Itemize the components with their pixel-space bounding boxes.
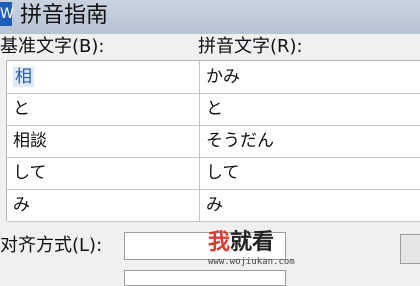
base-text-field[interactable]: 相 <box>13 61 187 93</box>
selected-text: 相 <box>13 67 34 87</box>
grid-row: と と <box>7 93 420 126</box>
font-select[interactable] <box>124 270 286 286</box>
base-text-field[interactable]: 相談 <box>13 125 187 157</box>
watermark: 我就看 www.wojiukan.com <box>208 226 358 268</box>
watermark-url: www.wojiukan.com <box>208 257 295 267</box>
ruby-text-field[interactable]: み <box>199 189 420 221</box>
alignment-label: 对齐方式(L): <box>0 235 103 256</box>
grid-row: み み <box>7 189 420 222</box>
ruby-text-field[interactable]: して <box>199 157 420 189</box>
base-text-field[interactable]: み <box>13 189 187 221</box>
ruby-text-label: 拼音文字(R): <box>198 36 303 57</box>
column-headers: 基准文字(B): 拼音文字(R): <box>0 34 420 60</box>
ruby-text-field[interactable]: かみ <box>199 61 420 93</box>
base-text-label: 基准文字(B): <box>0 36 105 57</box>
grid-row: して して <box>7 157 420 190</box>
watermark-logo-red: 我 <box>208 230 231 255</box>
watermark-logo-dark: 就看 <box>230 230 275 255</box>
grid-row: 相談 そうだん <box>7 125 420 158</box>
app-icon: W <box>0 2 14 26</box>
watermark-logo: 我就看 <box>208 230 274 256</box>
ruby-grid: 相 かみ と と 相談 そうだん して して み み <box>6 60 420 222</box>
grid-row: 相 かみ <box>7 61 420 94</box>
title-bar: W 拼音指南 <box>0 0 420 34</box>
ruby-text-field[interactable]: と <box>199 93 420 125</box>
dialog-button[interactable] <box>400 234 420 264</box>
base-text-field[interactable]: と <box>13 93 187 125</box>
base-text-field[interactable]: して <box>13 157 187 189</box>
ruby-text-field[interactable]: そうだん <box>199 125 420 157</box>
window-title: 拼音指南 <box>20 3 109 28</box>
